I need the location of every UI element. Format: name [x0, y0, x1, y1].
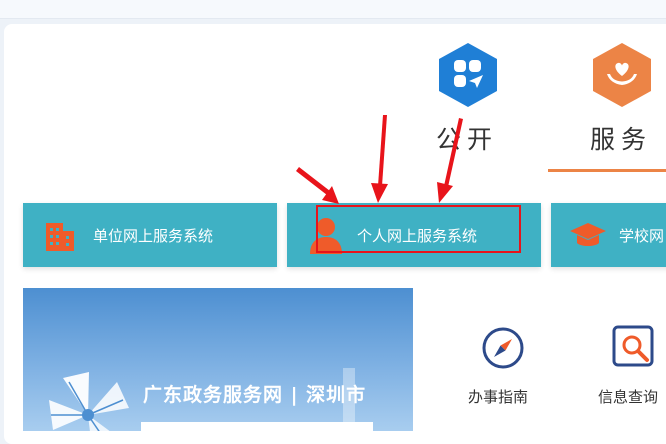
banner-city-skyline — [343, 368, 355, 431]
government-service-banner[interactable]: 广东政务服务网 | 深圳市 — [23, 288, 413, 431]
banner-search-bar[interactable] — [141, 422, 373, 431]
compass-icon[interactable] — [481, 326, 525, 370]
search-doc-icon[interactable] — [611, 324, 657, 370]
pinwheel-logo-icon — [49, 372, 129, 431]
service-guide-link[interactable]: 办事指南 — [468, 386, 528, 407]
info-query-link[interactable]: 信息查询 — [598, 386, 658, 407]
banner-title: 广东政务服务网 | 深圳市 — [143, 384, 367, 406]
